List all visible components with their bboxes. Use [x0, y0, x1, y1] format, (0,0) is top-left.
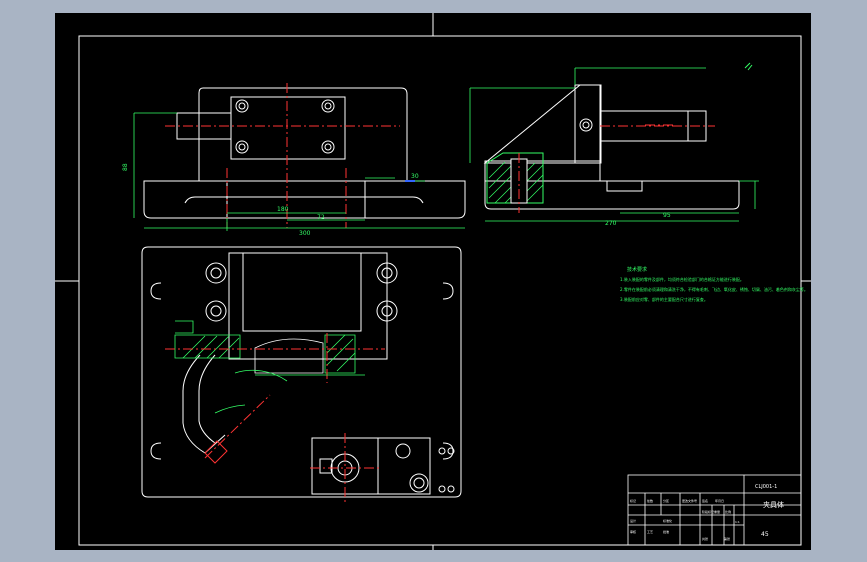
- clamp-nut-flat: [319, 458, 333, 474]
- svg-text:更改文件号: 更改文件号: [682, 498, 697, 503]
- top-bolt-inner: [210, 305, 222, 317]
- top-bolt: [205, 300, 227, 322]
- front-base-steps: [143, 181, 466, 189]
- bolt-hole-inner: [324, 102, 332, 110]
- bolt-hole-inner: [238, 143, 246, 151]
- top-hatch-section: [174, 320, 356, 374]
- slot-left-top: [150, 282, 162, 300]
- slot-left-bottom: [150, 442, 162, 460]
- svg-text:批准: 批准: [663, 529, 669, 534]
- svg-text:设计: 设计: [630, 518, 636, 523]
- bolt-hole: [235, 99, 249, 113]
- title-drawing-number: CLJ001-1: [755, 484, 777, 490]
- small-hole: [447, 485, 455, 493]
- svg-text:审核: 审核: [630, 529, 636, 534]
- bolt-hole: [235, 140, 249, 154]
- drawing-svg: 88 300 180 72 30 270 95 技术要求 1.装入装配的零件及部…: [55, 13, 811, 550]
- svg-text:年月日: 年月日: [715, 498, 724, 503]
- side-clamp-pad: [606, 180, 643, 192]
- top-base-outline: [141, 246, 462, 498]
- svg-text:阶段标记: 阶段标记: [702, 509, 714, 514]
- small-hole: [438, 447, 446, 455]
- front-upright-outline: [203, 87, 408, 181]
- svg-text:标记: 标记: [630, 498, 636, 503]
- slot-right-top: [442, 282, 454, 300]
- surface-finish-symbol: [744, 62, 753, 71]
- side-upright: [574, 84, 602, 164]
- notes-line-3: 3.装配前应对零、部件的主要配合尺寸进行复查。: [620, 296, 708, 302]
- svg-text:1:1: 1:1: [735, 520, 740, 524]
- svg-text:共张: 共张: [702, 536, 708, 541]
- notes-line-2: 2.零件在装配前必须清理和清洗干净，不得有毛刺、飞边、氧化皮、锈蚀、切屑、油污、…: [620, 286, 808, 292]
- front-base-slot: [184, 196, 424, 204]
- title-block-cells: 标记 处数 分区 更改文件号 签名 年月日 设计 标准化 审核 工艺 批准 阶段…: [630, 498, 740, 541]
- svg-text:标准化: 标准化: [663, 518, 672, 523]
- clamp-screw-big: [409, 473, 429, 493]
- top-bolt: [205, 262, 227, 284]
- clamp-screw: [395, 443, 411, 459]
- side-bolt-hole: [579, 118, 593, 132]
- bottom-clamp-block: [377, 437, 431, 495]
- top-view[interactable]: [141, 246, 462, 498]
- notes-title: 技术要求: [627, 266, 647, 273]
- drill-guide-arm-inner: [198, 354, 216, 444]
- front-dim-right-vertical: 30: [411, 173, 419, 180]
- svg-text:比例: 比例: [725, 509, 731, 514]
- svg-text:签名: 签名: [702, 498, 708, 503]
- bolt-hole-inner: [238, 102, 246, 110]
- top-upright-inner: [242, 252, 362, 332]
- front-view[interactable]: [143, 87, 466, 219]
- title-material: 45: [761, 531, 769, 538]
- drill-bushing: [204, 440, 228, 464]
- bolt-hole: [321, 140, 335, 154]
- cad-viewport[interactable]: 88 300 180 72 30 270 95 技术要求 1.装入装配的零件及部…: [0, 0, 867, 562]
- notes-line-1: 1.装入装配的零件及部件，均须符合检验部门的合格证方能进行装配。: [620, 276, 744, 282]
- side-center-lines: [518, 124, 715, 213]
- front-dimensions: [133, 112, 465, 231]
- side-dim-bottom-a: 95: [663, 212, 671, 219]
- title-part-name: 夹具体: [763, 500, 784, 509]
- top-upright: [228, 252, 388, 360]
- drill-guide-arm: [182, 354, 206, 454]
- bolt-hole: [321, 99, 335, 113]
- bolt-hole-inner: [324, 143, 332, 151]
- front-dim-bottom-total: 300: [299, 230, 311, 237]
- svg-text:重量: 重量: [714, 509, 720, 514]
- technical-notes: 技术要求 1.装入装配的零件及部件，均须符合检验部门的合格证方能进行装配。 2.…: [620, 266, 808, 302]
- side-bolt-hole-inner: [582, 121, 590, 129]
- front-dim-bottom-a: 180: [277, 206, 289, 213]
- svg-text:第张: 第张: [724, 536, 730, 541]
- front-base-plate: [143, 180, 466, 219]
- small-hole: [438, 485, 446, 493]
- front-dim-bottom-b: 72: [317, 214, 325, 221]
- side-dim-bottom-total: 270: [605, 220, 617, 227]
- top-bolt-inner: [210, 267, 222, 279]
- svg-text:处数: 处数: [647, 498, 653, 503]
- front-dim-left-vertical: 88: [122, 163, 129, 171]
- clamp-screw-big-inner: [413, 477, 425, 489]
- svg-text:工艺: 工艺: [647, 529, 653, 534]
- drawing-canvas[interactable]: 88 300 180 72 30 270 95 技术要求 1.装入装配的零件及部…: [55, 13, 811, 550]
- top-dimensions: [214, 369, 365, 414]
- front-upright-left: [198, 87, 204, 181]
- svg-text:分区: 分区: [663, 498, 669, 503]
